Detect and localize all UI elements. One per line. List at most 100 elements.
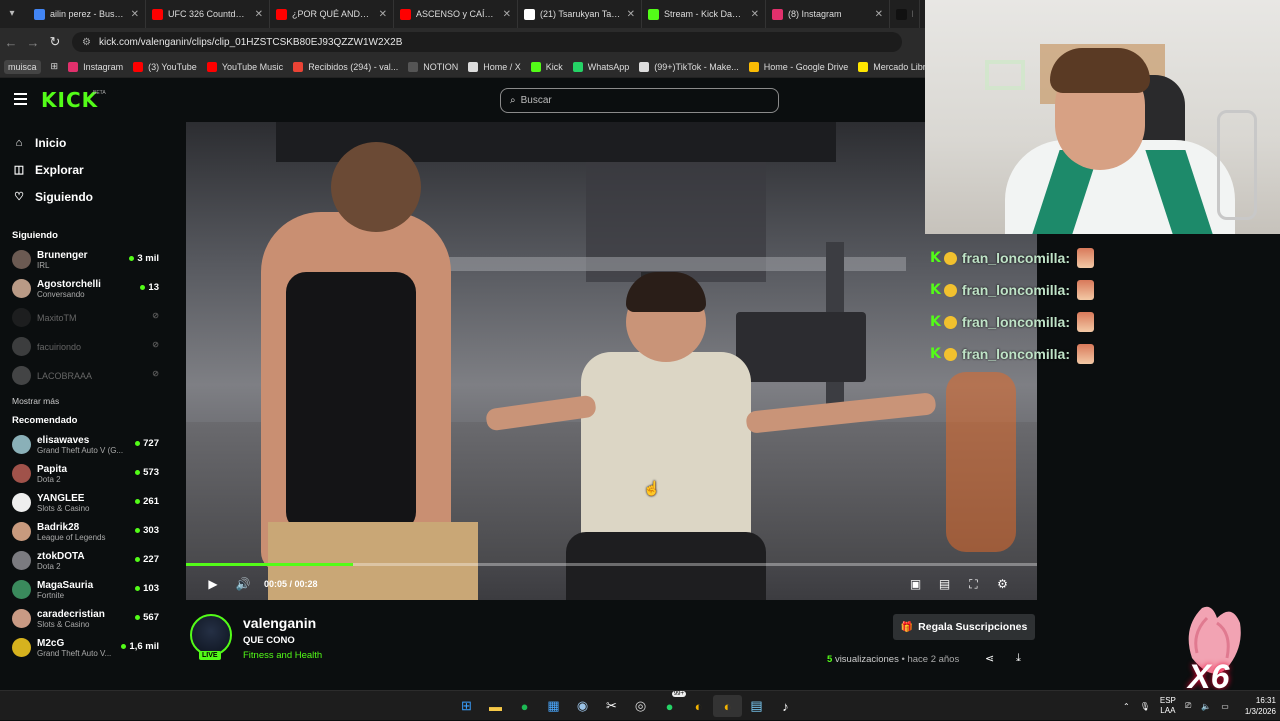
tray-chevron-icon[interactable]: ⌃ xyxy=(1123,702,1130,711)
clip-category[interactable]: Fitness and Health xyxy=(243,650,322,661)
share-icon[interactable]: ⋖ xyxy=(985,652,994,665)
recommended-section-title: Recomendado xyxy=(12,415,78,426)
bookmark-item[interactable]: Home / X xyxy=(468,61,521,72)
play-icon[interactable]: ▶ xyxy=(198,577,228,591)
nav-home[interactable]: ⌂ Inicio xyxy=(12,129,170,156)
tab-title: (8) Instagram xyxy=(788,9,842,19)
obs-icon[interactable]: ◎ xyxy=(626,695,655,717)
sidebar-channel[interactable]: M2cG Grand Theft Auto V... 1,6 mil xyxy=(0,633,170,662)
tab-close-icon[interactable]: ✕ xyxy=(255,9,263,20)
sidebar-channel[interactable]: Badrik28 League of Legends 303 xyxy=(0,517,170,546)
bookmark-icon xyxy=(572,61,583,72)
tab-close-icon[interactable]: ✕ xyxy=(379,9,387,20)
browser-tab[interactable]: Stream - Kick Dashbo ✕ xyxy=(642,0,766,28)
nav-explore[interactable]: ◫ Explorar xyxy=(12,156,170,183)
show-more-link[interactable]: Mostrar más xyxy=(12,390,170,412)
channel-name[interactable]: valenganin xyxy=(243,615,316,631)
browser-tab[interactable]: (21) Tsarukyan Tackle ✕ xyxy=(518,0,642,28)
bookmark-icon xyxy=(68,61,79,72)
reload-icon[interactable]: ↻ xyxy=(44,34,66,50)
sidebar-channel[interactable]: elisawaves Grand Theft Auto V (G... 727 xyxy=(0,430,170,459)
clip-age: • hace 2 años xyxy=(901,654,960,665)
bookmark-item[interactable]: Recibidos (294) - val... xyxy=(293,61,398,72)
channel-name: facuiriondo xyxy=(37,341,82,352)
sidebar-channel[interactable]: YANGLEE Slots & Casino 261 xyxy=(0,488,170,517)
bookmark-item[interactable]: NOTION xyxy=(408,61,458,72)
browser-tab[interactable]: UFC 326 Countdown ✕ xyxy=(146,0,270,28)
sidebar-channel[interactable]: MaxitoTM ⊘ xyxy=(0,303,170,332)
channel-avatar xyxy=(12,638,31,657)
url-field[interactable]: ⚙ kick.com/valenganin/clips/clip_01HZSTC… xyxy=(72,32,902,52)
search-input[interactable]: ⌕ Buscar xyxy=(500,88,779,113)
sidebar-channel[interactable]: LACOBRAAA ⊘ xyxy=(0,361,170,390)
bookmark-item[interactable]: Instagram xyxy=(68,61,123,72)
sidebar-channel[interactable]: facuiriondo ⊘ xyxy=(0,332,170,361)
sidebar-channel[interactable]: Brunenger IRL 3 mil xyxy=(0,245,170,274)
theater-mode-icon[interactable]: ▤ xyxy=(930,577,959,592)
spotify-icon[interactable]: ● xyxy=(510,695,539,717)
browser-tab[interactable]: ¿POR QUÉ ANDERSO ✕ xyxy=(270,0,394,28)
sidebar-channel[interactable]: caradecristian Slots & Casino 567 xyxy=(0,604,170,633)
store-icon[interactable]: ▦ xyxy=(539,695,568,717)
video-player[interactable]: ☝ ▶ 🔊 00:05 / 00:28 ▣ ▤ ⛶ ⚙ xyxy=(186,122,1037,600)
nav-following[interactable]: ♡ Siguiendo xyxy=(12,183,170,210)
browser-tab[interactable]: Encu xyxy=(890,0,920,28)
file-explorer-icon[interactable]: ▬ xyxy=(481,695,510,717)
browser-tab[interactable]: ailin perez - Buscar co ✕ xyxy=(28,0,146,28)
kick-logo[interactable]: KICK xyxy=(41,88,98,112)
chrome-icon[interactable]: ◐ xyxy=(684,695,713,717)
tiktok-icon[interactable]: ♪ xyxy=(771,695,800,717)
microphone-icon[interactable]: 🎙 xyxy=(1140,702,1150,711)
bookmark-item[interactable]: YouTube Music xyxy=(206,61,283,72)
clock[interactable]: 16:31 1/3/2026 xyxy=(1245,695,1276,717)
gift-icon: 🎁 xyxy=(900,621,914,633)
bookmark-item[interactable]: Home - Google Drive xyxy=(748,61,848,72)
sidebar-channel[interactable]: Agostorchelli Conversando 13 xyxy=(0,274,170,303)
bookmark-item[interactable]: WhatsApp xyxy=(572,61,629,72)
bookmark-icon xyxy=(639,61,650,72)
sidebar-channel[interactable]: MagaSauria Fortnite 103 xyxy=(0,575,170,604)
settings-icon[interactable]: ⚙ xyxy=(988,577,1017,592)
current-time: 00:05 xyxy=(264,579,288,589)
live-dot-icon xyxy=(135,586,141,591)
bookmarks-bar: muisca ⊞ Instagram (3) YouTube YouTube Music… xyxy=(0,56,978,78)
fullscreen-icon[interactable]: ⛶ xyxy=(959,577,988,592)
tab-close-icon[interactable]: ✕ xyxy=(503,9,511,20)
forward-icon[interactable]: → xyxy=(22,35,44,50)
apps-grid-icon[interactable]: ⊞ xyxy=(51,61,59,72)
bookmark-item[interactable]: muisca xyxy=(4,59,41,74)
download-icon[interactable]: ⤓ xyxy=(1016,652,1021,665)
capcut-icon[interactable]: ✂ xyxy=(597,695,626,717)
language-indicator[interactable]: ESP LAA xyxy=(1160,696,1176,716)
menu-icon[interactable] xyxy=(14,93,27,108)
back-icon[interactable]: ← xyxy=(0,35,22,50)
network-icon[interactable]: ⎚ xyxy=(1185,701,1191,711)
tab-search-icon[interactable]: ▾ xyxy=(4,6,20,22)
bookmark-item[interactable]: (99+)TikTok - Make... xyxy=(639,61,739,72)
chrome-active-icon[interactable]: ◐ xyxy=(713,695,742,717)
sidebar-channel[interactable]: Papita Dota 2 573 xyxy=(0,459,170,488)
gift-subscriptions-button[interactable]: 🎁 Regala Suscripciones xyxy=(893,614,1035,640)
browser-tab[interactable]: (8) Instagram ✕ xyxy=(766,0,890,28)
tab-title: (21) Tsarukyan Tackle xyxy=(540,9,621,19)
channel-avatar[interactable] xyxy=(190,614,232,656)
volume-icon[interactable]: 🔊 xyxy=(228,577,258,591)
windows-start-icon[interactable]: ⊞ xyxy=(452,695,481,717)
whatsapp-icon[interactable]: ● 99+ xyxy=(655,691,686,717)
steam-icon[interactable]: ◉ xyxy=(568,695,597,717)
site-info-icon[interactable]: ⚙ xyxy=(82,37,91,48)
tab-close-icon[interactable]: ✕ xyxy=(627,9,635,20)
notepad-icon[interactable]: ▤ xyxy=(742,695,771,717)
video-progress-bar[interactable] xyxy=(186,563,1037,566)
bookmark-item[interactable]: Kick xyxy=(530,61,563,72)
sidebar-channel[interactable]: ztokDOTA Dota 2 227 xyxy=(0,546,170,575)
tab-close-icon[interactable]: ✕ xyxy=(751,9,759,20)
speaker-icon[interactable]: 🔈 xyxy=(1201,702,1211,711)
tab-close-icon[interactable]: ✕ xyxy=(131,9,139,20)
tab-close-icon[interactable]: ✕ xyxy=(875,9,883,20)
browser-tab[interactable]: ASCENSO y CAÍDA de ✕ xyxy=(394,0,518,28)
bookmark-item[interactable]: (3) YouTube xyxy=(133,61,197,72)
battery-icon[interactable]: ▭ xyxy=(1221,702,1229,711)
video-time: 00:05 / 00:28 xyxy=(264,579,318,589)
pip-icon[interactable]: ▣ xyxy=(901,577,930,592)
